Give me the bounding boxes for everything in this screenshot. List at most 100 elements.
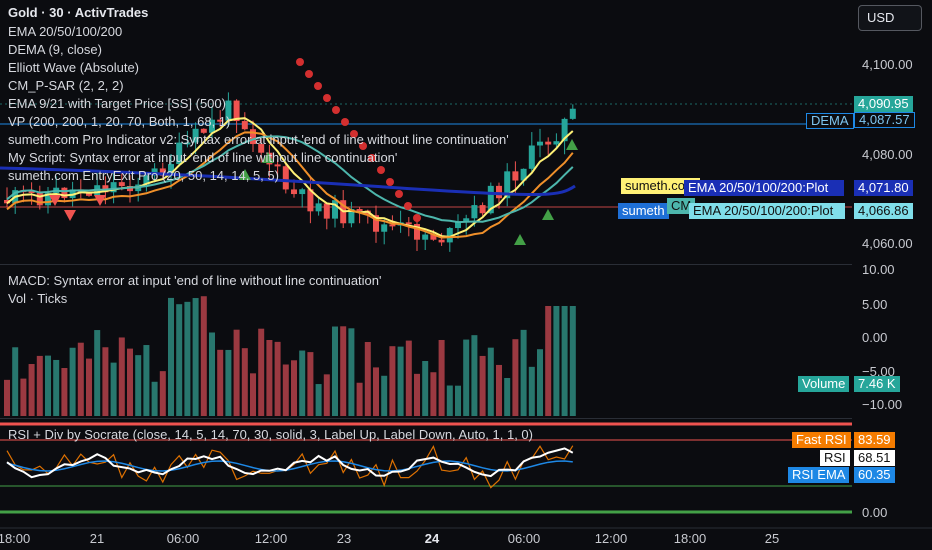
time-label: 18:00 <box>673 531 707 546</box>
candle-body <box>299 189 306 195</box>
candle-body <box>569 108 576 119</box>
indicator-dema-legend[interactable]: DEMA (9, close) <box>8 42 102 57</box>
volume-bar <box>168 297 174 416</box>
time-label: 21 <box>89 531 105 546</box>
macd-tick: 0.00 <box>862 330 888 345</box>
fast-rsi-label-tag: Fast RSI <box>792 432 851 448</box>
time-label: 25 <box>764 531 780 546</box>
volume-bar <box>151 381 158 416</box>
volume-bar <box>135 355 142 416</box>
volume-bar <box>217 349 224 416</box>
volume-bar <box>414 373 420 416</box>
psar-dot <box>404 202 412 210</box>
volume-bar <box>340 326 347 416</box>
volume-bar <box>381 375 388 416</box>
volume-bar <box>528 366 535 416</box>
macd-tick: −10.00 <box>862 397 903 412</box>
volume-bar <box>12 347 19 416</box>
volume-bar <box>422 361 429 416</box>
indicator-ema921-legend[interactable]: EMA 9/21 with Target Price [SS] (500) <box>8 96 226 111</box>
time-label: 23 <box>336 531 352 546</box>
candle-body <box>61 187 68 199</box>
time-label: 12:00 <box>594 531 628 546</box>
candle-body <box>356 209 363 212</box>
volume-bar <box>299 350 306 416</box>
psar-dot <box>395 190 403 198</box>
pane-separator[interactable] <box>0 264 852 265</box>
candle-body <box>479 205 486 214</box>
volume-bar <box>487 347 494 416</box>
indicator-ema-legend[interactable]: EMA 20/50/100/200 <box>8 24 122 39</box>
pane-separator[interactable] <box>0 418 852 419</box>
volume-bar <box>225 349 232 416</box>
rsi-ema-label-tag: RSI EMA <box>788 467 850 483</box>
time-label: 12:00 <box>254 531 288 546</box>
volume-bar <box>159 371 166 416</box>
candle-body <box>422 234 429 240</box>
volume-bar <box>463 339 470 416</box>
volume-bar <box>397 346 404 416</box>
currency-button[interactable]: USD <box>858 5 922 31</box>
rsi-ema-value-tag: 60.35 <box>854 467 895 483</box>
indicator-elliott-legend[interactable]: Elliott Wave (Absolute) <box>8 60 139 75</box>
indicator-entryexit-legend[interactable]: sumeth.com EntryExit Pro (20, 50, 14, 14… <box>8 168 279 183</box>
ema-plot-label-1: EMA 20/50/100/200:Plot <box>684 180 844 196</box>
time-label: 18:00 <box>0 531 31 546</box>
psar-dot <box>296 58 304 66</box>
volume-bar <box>553 306 560 416</box>
volume-bar <box>184 301 191 416</box>
volume-bar <box>373 367 379 416</box>
volume-bar <box>348 328 355 416</box>
time-label: 24 <box>424 531 440 546</box>
chart-title: Gold · 30 · ActivTrades <box>8 5 149 20</box>
rsi-pane-title[interactable]: RSI + Div by Socrate (close, 14, 5, 14, … <box>8 427 533 442</box>
rsi-tick: 0.00 <box>862 505 888 520</box>
volume-bar <box>266 339 273 416</box>
indicator-psar-legend[interactable]: CM_P-SAR (2, 2, 2) <box>8 78 124 93</box>
psar-dot <box>341 118 349 126</box>
ema-plot-value-2: 4,066.86 <box>854 203 913 219</box>
volume-bar <box>438 339 445 416</box>
ema-plot-value-1: 4,071.80 <box>854 180 913 196</box>
rsi-value-tag: 68.51 <box>854 450 895 466</box>
volume-bar <box>233 329 240 416</box>
volume-bar <box>53 359 60 416</box>
current-price-tag: 4,090.95 <box>854 96 913 112</box>
candle-body <box>282 166 289 190</box>
volume-bar <box>446 385 453 416</box>
volume-bar <box>332 326 338 416</box>
sumeth-label-tag-2: sumeth <box>618 203 669 219</box>
psar-dot <box>323 94 331 102</box>
candle-body <box>323 203 330 219</box>
volume-bar <box>86 358 92 416</box>
candle-body <box>405 222 412 225</box>
candle-body <box>545 141 552 145</box>
dema-value-tag: 4,087.57 <box>854 112 915 128</box>
fast-rsi-value-tag: 83.59 <box>854 432 895 448</box>
indicator-vp-legend[interactable]: VP (200, 200, 1, 20, 70, Both, 1, 68, 1) <box>8 114 230 129</box>
indicator-myscript-legend[interactable]: My Script: Syntax error at input 'end of… <box>8 150 397 165</box>
macd-tick: 10.00 <box>862 262 895 277</box>
volume-pane-title[interactable]: Vol · Ticks <box>8 291 67 306</box>
volume-bar <box>430 372 437 416</box>
psar-dot <box>413 214 421 222</box>
time-label: 06:00 <box>507 531 541 546</box>
volume-bar <box>258 328 265 416</box>
volume-bar <box>455 385 461 416</box>
price-tick: 4,100.00 <box>862 57 913 72</box>
volume-bar <box>323 374 330 416</box>
candle-body <box>496 185 502 199</box>
volume-bar <box>20 378 27 416</box>
candle-body <box>553 141 560 145</box>
volume-bar <box>102 347 109 416</box>
dema-label-tag: DEMA <box>806 113 854 129</box>
psar-dot <box>386 178 394 186</box>
candle-body <box>315 203 322 212</box>
psar-dot <box>314 82 322 90</box>
price-tick: 4,060.00 <box>862 236 913 251</box>
time-label: 06:00 <box>166 531 200 546</box>
volume-bar <box>537 349 543 416</box>
indicator-sumeth-pro-legend[interactable]: sumeth.com Pro Indicator v2: Syntax erro… <box>8 132 509 147</box>
macd-pane-title[interactable]: MACD: Syntax error at input 'end of line… <box>8 273 382 288</box>
candle-body <box>291 189 297 195</box>
